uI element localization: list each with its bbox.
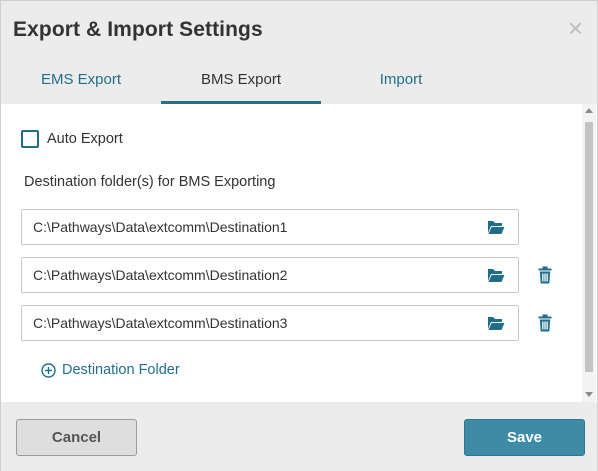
trash-icon[interactable] — [538, 266, 552, 284]
destination-path-input[interactable] — [21, 257, 519, 293]
tab-bar: EMS Export BMS Export Import — [1, 57, 597, 104]
folder-open-icon[interactable] — [487, 219, 505, 235]
destination-folder-row — [21, 257, 561, 293]
destination-path-input[interactable] — [21, 305, 519, 341]
destination-section-label: Destination folder(s) for BMS Exporting — [24, 174, 276, 190]
export-import-dialog: Export & Import Settings × EMS Export BM… — [0, 0, 598, 471]
auto-export-label: Auto Export — [47, 131, 123, 147]
folder-open-icon[interactable] — [487, 315, 505, 331]
add-destination-folder-label: Destination Folder — [62, 362, 180, 378]
destination-folder-row — [21, 209, 561, 245]
dialog-footer: Cancel Save — [1, 402, 597, 471]
close-icon[interactable]: × — [568, 15, 583, 41]
auto-export-toggle[interactable]: Auto Export — [21, 129, 123, 149]
folder-open-icon[interactable] — [487, 267, 505, 283]
plus-circle-icon — [41, 362, 56, 378]
scrollbar-thumb[interactable] — [585, 122, 593, 372]
tab-ems-export[interactable]: EMS Export — [1, 57, 161, 104]
destination-path-input[interactable] — [21, 209, 519, 245]
dialog-title: Export & Import Settings — [13, 18, 263, 41]
cancel-button[interactable]: Cancel — [16, 419, 137, 456]
save-button[interactable]: Save — [464, 419, 585, 456]
tab-import[interactable]: Import — [321, 57, 481, 104]
bms-export-panel: Auto Export Destination folder(s) for BM… — [1, 104, 584, 402]
scroll-down-arrow-icon[interactable] — [585, 392, 593, 397]
trash-icon[interactable] — [538, 314, 552, 332]
scroll-up-arrow-icon[interactable] — [585, 108, 593, 113]
tab-bms-export[interactable]: BMS Export — [161, 57, 321, 104]
auto-export-checkbox[interactable] — [21, 130, 39, 148]
add-destination-folder-link[interactable]: Destination Folder — [41, 362, 180, 378]
content-scrollbar[interactable] — [582, 104, 596, 402]
dialog-header: Export & Import Settings × — [1, 1, 597, 57]
destination-folder-row — [21, 305, 561, 341]
